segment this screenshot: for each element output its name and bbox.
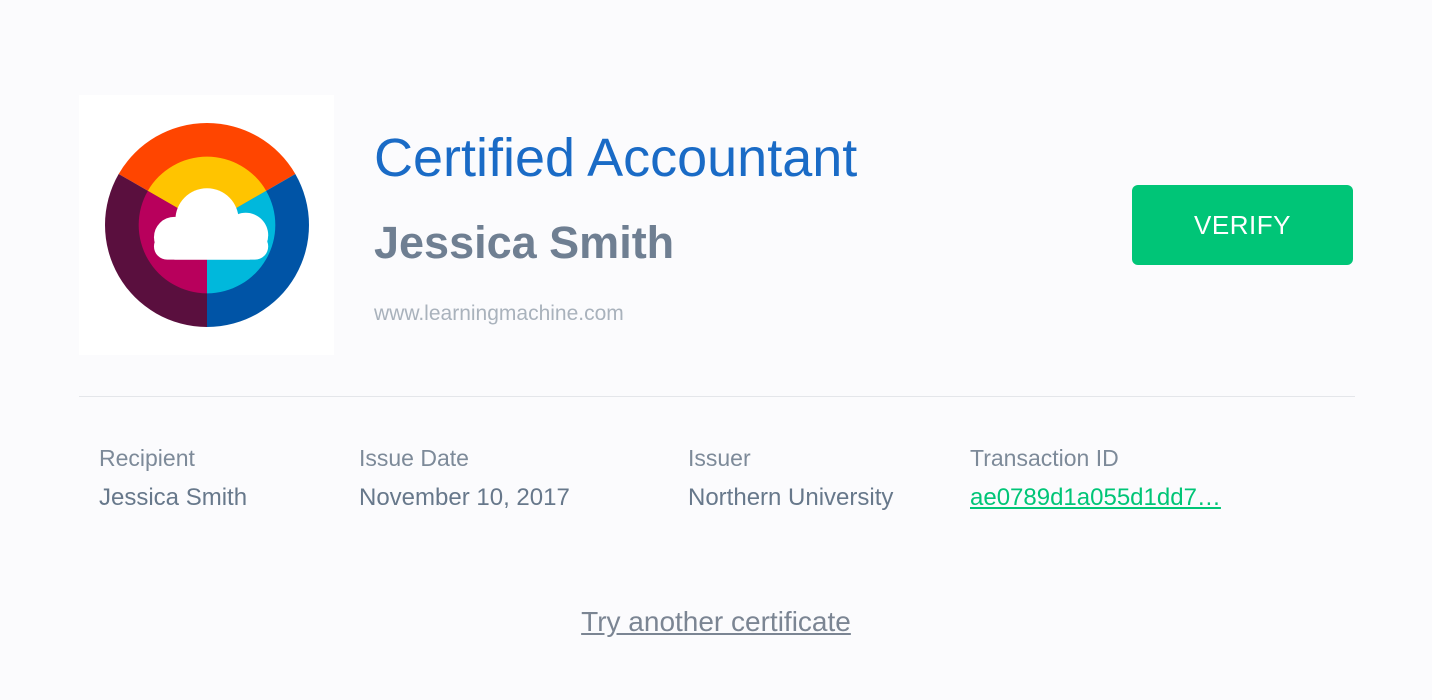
certificate-viewer: Certified Accountant Jessica Smith www.l… xyxy=(0,0,1432,700)
transaction-id-detail: Transaction ID ae0789d1a055d1dd7… xyxy=(970,443,1221,513)
issue-date-detail: Issue Date November 10, 2017 xyxy=(359,443,570,513)
try-another-container: Try another certificate xyxy=(0,604,1432,640)
verify-button[interactable]: VERIFY xyxy=(1132,185,1353,265)
issuer-url: www.learningmachine.com xyxy=(374,302,624,325)
issue-date-label: Issue Date xyxy=(359,445,469,471)
transaction-id-link[interactable]: ae0789d1a055d1dd7… xyxy=(970,483,1221,513)
issue-date-value: November 10, 2017 xyxy=(359,484,570,511)
recipient-name-heading: Jessica Smith xyxy=(374,217,675,268)
try-another-certificate-link[interactable]: Try another certificate xyxy=(581,606,851,637)
issuer-detail: Issuer Northern University xyxy=(688,443,893,513)
section-divider xyxy=(79,396,1355,397)
issuer-logo xyxy=(79,95,334,355)
certificate-title: Certified Accountant xyxy=(374,128,858,188)
recipient-value: Jessica Smith xyxy=(99,484,248,511)
transaction-id-label: Transaction ID xyxy=(970,445,1119,471)
issuer-label: Issuer xyxy=(688,445,751,471)
issuer-value: Northern University xyxy=(688,484,894,511)
recipient-detail: Recipient Jessica Smith xyxy=(99,443,247,513)
cloud-rainbow-logo-icon xyxy=(104,123,309,327)
recipient-label: Recipient xyxy=(99,445,195,471)
